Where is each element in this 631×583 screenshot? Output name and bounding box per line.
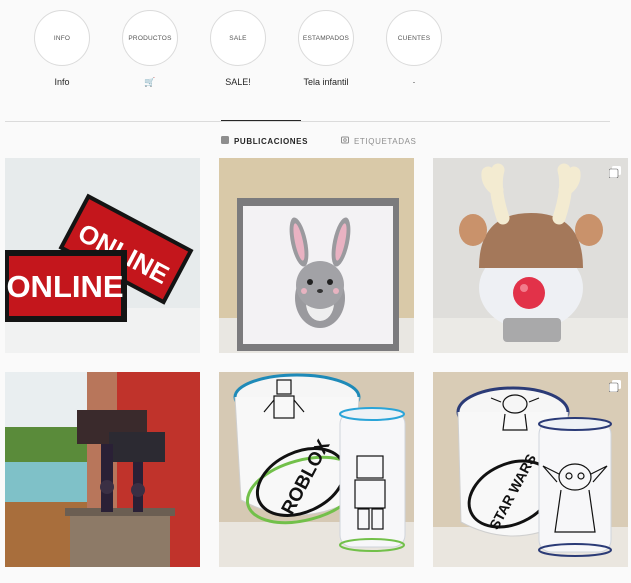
post-yoda-lamps[interactable]: STAR WARS [433, 372, 628, 567]
multiple-photos-icon [608, 379, 621, 397]
tab-posts-label: PUBLICACIONES [234, 136, 309, 146]
tab-tagged-label: ETIQUETADAS [354, 136, 417, 146]
highlight-cover: PRODUCTOS [122, 10, 178, 66]
multiple-photos-icon [608, 165, 621, 183]
highlight-cover: CUENTES [386, 10, 442, 66]
highlight-cover: SALE [210, 10, 266, 66]
story-highlights: INFO Info PRODUCTOS 🛒 SALE SALE! ESTAMPA… [0, 0, 631, 100]
highlight-sale[interactable]: SALE SALE! [210, 10, 266, 87]
highlight-info[interactable]: INFO Info [34, 10, 90, 87]
highlight-estampados[interactable]: ESTAMPADOS Tela infantil [298, 10, 354, 87]
highlight-cover: INFO [34, 10, 90, 66]
post-reindeer-lamp[interactable] [433, 158, 628, 353]
highlight-label: Info [54, 77, 70, 87]
post-image: STAR WARS [433, 372, 628, 567]
highlight-cuentes[interactable]: CUENTES · [386, 10, 442, 87]
highlight-cover: ESTAMPADOS [298, 10, 354, 66]
post-online-signs[interactable]: ONLINE ONLINE [5, 158, 200, 353]
post-image [5, 372, 200, 567]
tag-icon [341, 136, 349, 146]
tabs-divider [5, 121, 610, 122]
tab-tagged[interactable]: ETIQUETADAS [341, 136, 416, 146]
highlight-label: Tela infantil [303, 77, 349, 87]
post-pool-lamp[interactable] [5, 372, 200, 567]
grid-icon [221, 136, 229, 146]
highlight-label: 🛒 [144, 77, 156, 87]
post-image: ONLINE ONLINE [5, 158, 200, 353]
post-image [433, 158, 628, 353]
sign-text: ONLINE [6, 269, 123, 304]
post-roblox-lamps[interactable]: ROBLOX [219, 372, 414, 567]
post-image [219, 158, 414, 353]
highlight-productos[interactable]: PRODUCTOS 🛒 [122, 10, 178, 88]
active-tab-indicator [221, 120, 301, 121]
tab-posts[interactable]: PUBLICACIONES [221, 136, 308, 146]
post-image: ROBLOX [219, 372, 414, 567]
highlight-label: SALE! [225, 77, 251, 87]
highlight-label: · [412, 77, 416, 87]
post-bunny-box[interactable] [219, 158, 414, 353]
